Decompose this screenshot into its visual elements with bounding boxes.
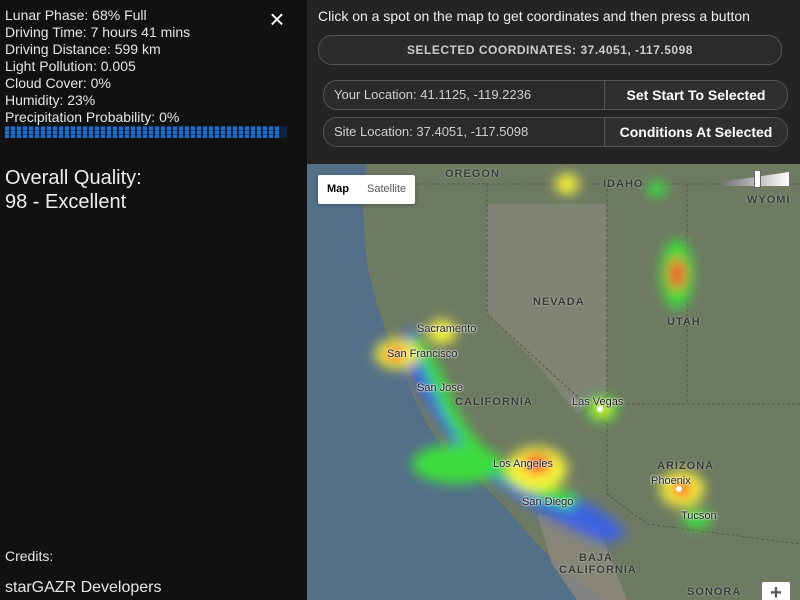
set-start-button[interactable]: Set Start To Selected bbox=[604, 81, 787, 109]
light-pollution-map[interactable]: OREGON IDAHO WYOMI NEVADA UTAH CALIFORNI… bbox=[307, 164, 800, 600]
city-label-san-jose: San Jose bbox=[417, 382, 463, 394]
driving-time: Driving Time: 7 hours 41 mins bbox=[5, 24, 191, 40]
region-label-wyoming: WYOMI bbox=[747, 194, 791, 206]
city-label-san-diego: San Diego bbox=[522, 496, 574, 508]
lunar-phase: Lunar Phase: 68% Full bbox=[5, 7, 147, 23]
map-type-satellite-button[interactable]: Satellite bbox=[358, 175, 415, 204]
city-label-los-angeles: Los Angeles bbox=[493, 458, 553, 470]
city-label-las-vegas: Las Vegas bbox=[572, 396, 624, 408]
map-type-control: Map Satellite bbox=[318, 175, 416, 204]
driving-distance: Driving Distance: 599 km bbox=[5, 41, 161, 57]
region-label-idaho: IDAHO bbox=[603, 178, 644, 190]
region-label-california: CALIFORNIA bbox=[455, 396, 533, 408]
region-label-baja-california: CALIFORNIA bbox=[559, 564, 637, 576]
city-label-tucson: Tucson bbox=[681, 510, 717, 522]
close-icon[interactable]: × bbox=[262, 4, 292, 34]
zoom-in-button[interactable]: + bbox=[762, 582, 790, 600]
selected-coordinates: SELECTED COORDINATES: 37.4051, -117.5098 bbox=[318, 35, 782, 65]
precipitation-probability: Precipitation Probability: 0% bbox=[5, 109, 180, 125]
your-location-text: Your Location: 41.1125, -119.2236 bbox=[334, 87, 532, 102]
overall-quality-label: Overall Quality: bbox=[5, 167, 142, 189]
city-label-san-francisco: San Francisco bbox=[387, 348, 458, 360]
conditions-button[interactable]: Conditions At Selected bbox=[604, 118, 787, 146]
overall-quality-value: 98 - Excellent bbox=[5, 191, 127, 213]
site-location-row: Site Location: 37.4051, -117.5098 Condit… bbox=[323, 117, 788, 147]
quality-progress-bar bbox=[5, 126, 287, 138]
opacity-slider-handle[interactable] bbox=[754, 170, 761, 188]
humidity: Humidity: 23% bbox=[5, 92, 96, 108]
cloud-cover: Cloud Cover: 0% bbox=[5, 75, 111, 91]
region-label-utah: UTAH bbox=[667, 316, 701, 328]
region-label-baja: BAJA bbox=[579, 552, 613, 564]
site-location-text: Site Location: 37.4051, -117.5098 bbox=[334, 124, 529, 139]
your-location-row: Your Location: 41.1125, -119.2236 Set St… bbox=[323, 80, 788, 110]
credits-label: Credits: bbox=[5, 548, 54, 564]
city-label-sacramento: Sacramento bbox=[417, 323, 477, 335]
quality-progress-fill bbox=[5, 126, 282, 138]
region-label-oregon: OREGON bbox=[445, 168, 500, 180]
credits-value: starGAZR Developers bbox=[5, 579, 162, 596]
region-label-sonora: SONORA bbox=[687, 586, 742, 598]
controls-panel: Click on a spot on the map to get coordi… bbox=[307, 0, 800, 164]
region-label-arizona: ARIZONA bbox=[657, 460, 715, 472]
region-label-nevada: NEVADA bbox=[533, 296, 585, 308]
city-label-phoenix: Phoenix bbox=[651, 475, 691, 487]
instructions-text: Click on a spot on the map to get coordi… bbox=[318, 8, 750, 24]
map-type-map-button[interactable]: Map bbox=[318, 175, 358, 204]
light-pollution: Light Pollution: 0.005 bbox=[5, 58, 136, 74]
map-canvas[interactable] bbox=[307, 164, 800, 600]
info-panel: Lunar Phase: 68% Full Driving Time: 7 ho… bbox=[0, 0, 307, 600]
